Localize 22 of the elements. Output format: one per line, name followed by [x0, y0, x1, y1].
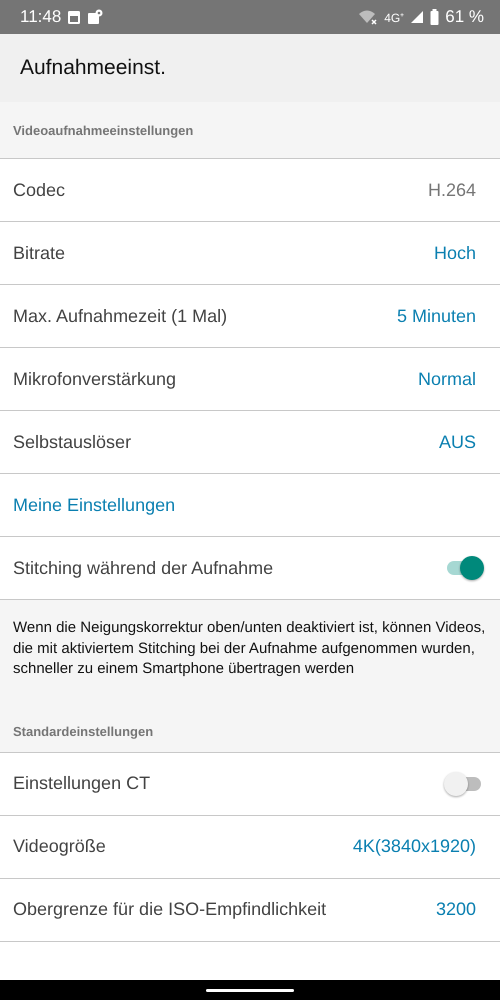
settings-row[interactable]: Codec H.264: [0, 159, 500, 222]
battery-level: 61 %: [445, 7, 484, 27]
setting-label: Stitching während der Aufnahme: [13, 558, 274, 578]
settings-row[interactable]: Obergrenze für die ISO-Empfindlichkeit 3200: [0, 878, 500, 942]
settings-row[interactable]: Max. Aufnahmezeit (1 Mal) 5 Minuten: [0, 285, 500, 348]
settings-link[interactable]: Meine Einstellungen: [0, 474, 500, 537]
network-type: 4G⁺: [384, 10, 404, 26]
settings-row[interactable]: Videogröße 4K(3840x1920): [0, 816, 500, 878]
settings-row[interactable]: Mikrofonverstärkung Normal: [0, 348, 500, 411]
screen-title: Aufnahmeeinst.: [20, 56, 166, 80]
battery-icon: [430, 9, 440, 25]
setting-label: Einstellungen CT: [13, 773, 150, 794]
home-handle[interactable]: [206, 988, 294, 992]
settings-row[interactable]: Selbstauslöser AUS: [0, 411, 500, 474]
calendar-icon: [67, 9, 82, 25]
section-header: Standardeinstellungen: [13, 724, 154, 738]
signal-icon: [410, 10, 424, 24]
clock: 11:48: [20, 7, 62, 27]
wifi-off-icon: [358, 9, 378, 25]
section-header: Videoaufnahmeeinstellungen: [13, 122, 194, 138]
info-text: Wenn die Neigungskorrektur oben/unten deaktiviert ist, können Videos, die mit aktiviertem Stitching bei der Aufnahme aufgenommen wurden, schneller zu einem Smartphone übertragen werden: [13, 619, 486, 677]
settings-row[interactable]: Bitrate Hoch: [0, 222, 500, 285]
